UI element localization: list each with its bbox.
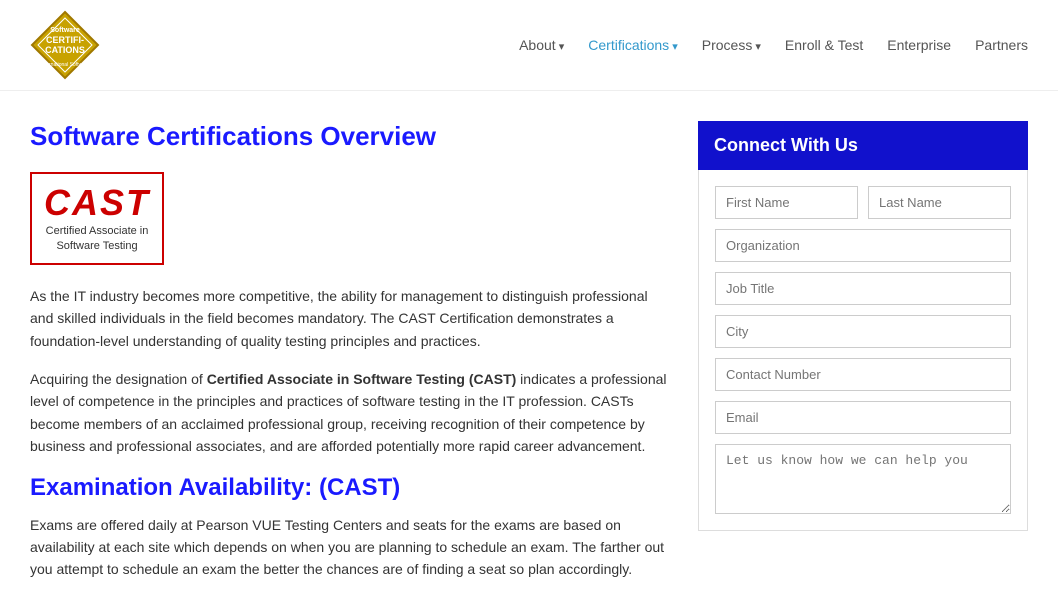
paragraph-2: Acquiring the designation of Certified A… (30, 368, 668, 458)
paragraph-2-bold: Certified Associate in Software Testing … (207, 371, 517, 387)
logo-area: Software CERTIFI- CATIONS International … (30, 10, 100, 80)
svg-text:CATIONS: CATIONS (45, 45, 85, 55)
main-layout: Software Certifications Overview CAST Ce… (0, 91, 1058, 597)
paragraph-1: As the IT industry becomes more competit… (30, 285, 668, 352)
page-title: Software Certifications Overview (30, 121, 668, 152)
connect-form (698, 170, 1028, 531)
nav-about[interactable]: About (519, 37, 564, 53)
svg-text:CERTIFI-: CERTIFI- (46, 35, 84, 45)
first-name-input[interactable] (715, 186, 858, 219)
nav-partners[interactable]: Partners (975, 37, 1028, 53)
content-area: Software Certifications Overview CAST Ce… (30, 121, 668, 597)
nav-process[interactable]: Process (702, 37, 761, 53)
paragraph-3: Exams are offered daily at Pearson VUE T… (30, 514, 668, 581)
svg-text:International Software: International Software (41, 62, 90, 68)
svg-text:Software: Software (50, 27, 80, 34)
cast-logo-box: CAST Certified Associate inSoftware Test… (30, 172, 164, 265)
city-input[interactable] (715, 315, 1011, 348)
sidebar: Connect With Us (698, 121, 1028, 597)
header: Software CERTIFI- CATIONS International … (0, 0, 1058, 91)
contact-number-input[interactable] (715, 358, 1011, 391)
job-title-input[interactable] (715, 272, 1011, 305)
nav-enterprise[interactable]: Enterprise (887, 37, 951, 53)
nav: About Certifications Process Enroll & Te… (519, 37, 1028, 53)
nav-enroll-test[interactable]: Enroll & Test (785, 37, 863, 53)
cast-logo-text: CAST (44, 182, 150, 224)
logo-icon: Software CERTIFI- CATIONS International … (30, 10, 100, 80)
name-row (715, 186, 1011, 219)
nav-certifications[interactable]: Certifications (588, 37, 678, 53)
organization-input[interactable] (715, 229, 1011, 262)
last-name-input[interactable] (868, 186, 1011, 219)
cast-subtext: Certified Associate inSoftware Testing (44, 224, 150, 255)
email-input[interactable] (715, 401, 1011, 434)
message-textarea[interactable] (715, 444, 1011, 514)
section-title: Examination Availability: (CAST) (30, 474, 668, 502)
connect-header: Connect With Us (698, 121, 1028, 170)
